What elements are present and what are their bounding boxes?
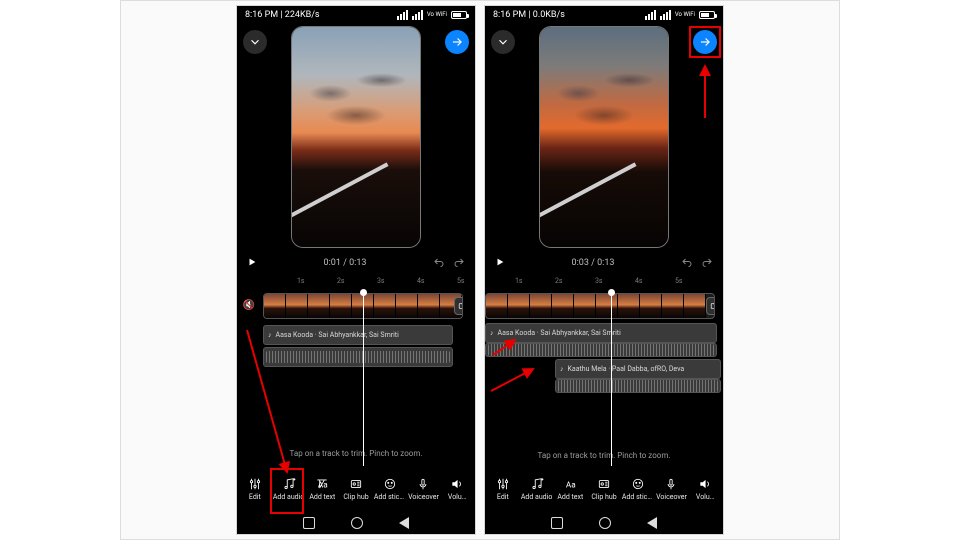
redo-icon[interactable]	[701, 257, 713, 269]
nav-recents-icon[interactable]	[551, 517, 563, 529]
audio-waveform[interactable]	[263, 347, 453, 367]
nav-recents-icon[interactable]	[303, 517, 315, 529]
toolbar: Edit Add audio AaAdd text Clip hub Add s…	[485, 466, 723, 512]
undo-icon[interactable]	[681, 257, 693, 269]
playback-time: 0:03 / 0:13	[572, 258, 615, 268]
tool-voiceover[interactable]: Voiceover	[656, 477, 688, 501]
tool-add-audio[interactable]: Add audio	[521, 477, 553, 501]
android-nav-bar	[237, 512, 475, 534]
play-button[interactable]	[495, 257, 505, 270]
hint-text: Tap on a track to trim. Pinch to zoom.	[237, 443, 475, 464]
audio-track-2[interactable]: ♪ Kaathu Mela · Paal Dabba, ofRO, Deva	[555, 359, 721, 379]
tool-add-stickers[interactable]: Add stick…	[622, 477, 654, 501]
playback-row: 0:01 / 0:13	[237, 249, 475, 277]
status-time: 8:16 PM | 224KB/s	[245, 10, 320, 20]
transition-icon[interactable]	[706, 297, 715, 315]
play-button[interactable]	[247, 257, 257, 270]
music-note-icon: ♪	[560, 365, 564, 373]
battery-icon	[451, 11, 467, 19]
toolbar: Edit Add audio AaAdd text Clip hub Add s…	[237, 466, 475, 512]
tool-add-stickers[interactable]: Add stick…	[374, 477, 406, 501]
phone-screenshot-right: 8:16 PM | 0.0KB/s Vo WiFi	[484, 5, 724, 535]
phone-screenshot-left: 8:16 PM | 224KB/s Vo WiFi 0:01 /	[236, 5, 476, 535]
timeline-ruler: 1s 2s 3s 4s 5s	[237, 277, 475, 291]
tool-clip-hub[interactable]: Clip hub	[588, 477, 620, 501]
svg-text:Aa: Aa	[566, 480, 576, 490]
signal-icon	[412, 10, 423, 20]
nav-home-icon[interactable]	[351, 517, 363, 529]
collapse-button[interactable]	[243, 30, 267, 54]
collapse-button[interactable]	[491, 30, 515, 54]
timeline[interactable]: 🔇 ♪ Aasa Kooda · Sai Abhyankkar, Sai Smr…	[485, 291, 723, 466]
mute-icon[interactable]: 🔇	[241, 297, 257, 313]
audio-track-1[interactable]: ♪ Aasa Kooda · Sai Abhyankkar, Sai Smrit…	[263, 325, 453, 345]
status-bar: 8:16 PM | 0.0KB/s Vo WiFi	[485, 6, 723, 24]
android-nav-bar	[485, 512, 723, 534]
tool-add-text[interactable]: AaAdd text	[306, 477, 338, 501]
nav-home-icon[interactable]	[599, 517, 611, 529]
trim-handle-start[interactable]	[263, 296, 264, 316]
tool-edit[interactable]: Edit	[239, 477, 271, 501]
status-bar: 8:16 PM | 224KB/s Vo WiFi	[237, 6, 475, 24]
next-button[interactable]	[693, 30, 717, 54]
svg-text:Aa: Aa	[318, 480, 328, 490]
audio-track-label: Aasa Kooda · Sai Abhyankkar, Sai Smriti	[276, 331, 399, 339]
signal-icon	[397, 10, 408, 20]
video-preview[interactable]	[539, 26, 669, 248]
timeline-ruler: 1s 2s 3s 4s 5s	[485, 277, 723, 291]
battery-icon	[699, 11, 715, 19]
tool-volume[interactable]: Volu…	[689, 477, 721, 501]
music-note-icon: ♪	[490, 329, 494, 337]
annotation-arrow	[489, 365, 539, 395]
hint-text: Tap on a track to trim. Pinch to zoom.	[485, 445, 723, 466]
video-track[interactable]	[485, 293, 715, 319]
transition-icon[interactable]	[454, 297, 463, 315]
signal-icon	[645, 10, 656, 20]
audio-track-label: Aasa Kooda · Sai Abhyankkar, Sai Smriti	[498, 329, 621, 337]
video-preview[interactable]	[291, 26, 421, 248]
tool-add-audio[interactable]: Add audio	[273, 477, 305, 501]
timeline[interactable]: 🔇 ♪ Aasa Kooda · Sai Abhyankkar, Sai Smr…	[237, 291, 475, 466]
nav-back-icon[interactable]	[647, 517, 657, 529]
tool-clip-hub[interactable]: Clip hub	[340, 477, 372, 501]
tool-volume[interactable]: Volu…	[441, 477, 473, 501]
tool-edit[interactable]: Edit	[487, 477, 519, 501]
playhead[interactable]	[611, 291, 612, 466]
vowifi-icon: Vo WiFi	[675, 12, 695, 18]
music-note-icon: ♪	[268, 331, 272, 339]
tool-add-text[interactable]: AaAdd text	[554, 477, 586, 501]
tool-voiceover[interactable]: Voiceover	[408, 477, 440, 501]
vowifi-icon: Vo WiFi	[427, 12, 447, 18]
annotation-arrow	[695, 62, 715, 122]
playhead[interactable]	[363, 291, 364, 466]
undo-icon[interactable]	[433, 257, 445, 269]
signal-icon	[660, 10, 671, 20]
status-time: 8:16 PM | 0.0KB/s	[493, 10, 565, 20]
redo-icon[interactable]	[453, 257, 465, 269]
audio-track-1[interactable]: ♪ Aasa Kooda · Sai Abhyankkar, Sai Smrit…	[485, 323, 717, 343]
audio-waveform[interactable]	[555, 379, 721, 393]
playback-time: 0:01 / 0:13	[324, 258, 367, 268]
playback-row: 0:03 / 0:13	[485, 249, 723, 277]
tutorial-container: 8:16 PM | 224KB/s Vo WiFi 0:01 /	[120, 0, 840, 540]
audio-waveform[interactable]	[485, 343, 717, 357]
nav-back-icon[interactable]	[399, 517, 409, 529]
audio-track-label: Kaathu Mela · Paal Dabba, ofRO, Deva	[568, 365, 685, 373]
next-button[interactable]	[445, 30, 469, 54]
